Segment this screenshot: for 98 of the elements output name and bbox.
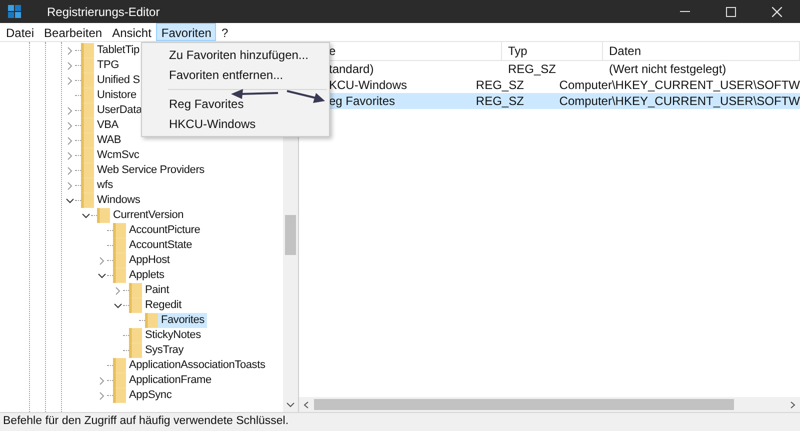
chevron-right-icon[interactable] <box>66 152 74 160</box>
menu-bar-item[interactable]: Ansicht <box>107 23 156 41</box>
table-cell: Computer\HKEY_CURRENT_USER\SOFTW <box>559 94 800 108</box>
scroll-left-icon[interactable] <box>303 401 309 409</box>
tree-item[interactable]: Web Service Providers <box>94 163 208 178</box>
tree-item[interactable]: Paint <box>142 283 172 298</box>
menu-bar-item[interactable]: Bearbeiten <box>39 23 108 41</box>
folder-icon <box>113 268 126 283</box>
scrollbar-thumb[interactable] <box>314 399 734 410</box>
tree-item[interactable]: StickyNotes <box>142 328 204 343</box>
tree-item[interactable]: Windows <box>94 193 144 208</box>
chevron-right-icon[interactable] <box>98 392 106 400</box>
folder-icon <box>81 133 94 148</box>
folder-icon <box>129 298 142 313</box>
folder-icon <box>113 223 126 238</box>
tree-item[interactable]: AppSync <box>126 388 175 403</box>
chevron-down-icon[interactable] <box>66 196 74 204</box>
menu-item[interactable]: Favoriten entfernen... <box>142 65 329 85</box>
tree-item[interactable]: AccountPicture <box>126 223 204 238</box>
folder-icon <box>81 58 94 73</box>
chevron-down-icon[interactable] <box>114 302 122 310</box>
tree-item[interactable]: Regedit <box>142 298 185 313</box>
menu-item[interactable]: HKCU-Windows <box>142 114 329 134</box>
menu-item[interactable]: Zu Favoriten hinzufügen... <box>142 45 329 65</box>
tree-item[interactable]: WcmSvc <box>94 148 142 163</box>
tree-item[interactable]: SysTray <box>142 343 187 358</box>
folder-icon <box>113 253 126 268</box>
folder-icon <box>97 208 110 223</box>
annotation-arrow <box>231 89 278 99</box>
table-cell: (Wert nicht festgelegt) <box>609 62 726 76</box>
maximize-icon <box>726 6 736 16</box>
folder-icon <box>81 118 94 133</box>
tree-item[interactable]: wfs <box>94 178 116 193</box>
tree-item[interactable]: TabletTip <box>94 43 142 58</box>
tree-item[interactable]: VBA <box>94 118 122 133</box>
tree-item[interactable]: UserData <box>94 103 145 118</box>
chevron-right-icon[interactable] <box>66 166 74 174</box>
chevron-right-icon[interactable] <box>66 76 74 84</box>
table-cell: KCU-Windows <box>329 78 408 92</box>
chevron-right-icon[interactable] <box>66 122 74 130</box>
folder-icon <box>145 313 158 328</box>
tree-item[interactable]: WAB <box>94 133 124 148</box>
scrollbar-thumb[interactable] <box>285 215 296 255</box>
minimize-icon <box>680 11 690 12</box>
chevron-right-icon[interactable] <box>66 46 74 54</box>
table-cell: REG_SZ <box>508 62 556 76</box>
folder-icon <box>81 103 94 118</box>
tree-item[interactable]: Applets <box>126 268 168 283</box>
folder-icon <box>113 388 126 403</box>
chevron-right-icon[interactable] <box>66 136 74 144</box>
chevron-right-icon[interactable] <box>98 376 106 384</box>
column-header[interactable]: Daten <box>609 42 642 60</box>
chevron-right-icon[interactable] <box>66 182 74 190</box>
scroll-right-icon[interactable] <box>790 401 796 409</box>
folder-icon <box>81 88 94 103</box>
tree-item[interactable]: Favorites <box>158 313 208 328</box>
app-icon <box>8 5 21 18</box>
folder-icon <box>129 328 142 343</box>
folder-icon <box>81 163 94 178</box>
tree-item[interactable]: Unified S <box>94 73 143 88</box>
chevron-right-icon[interactable] <box>66 106 74 114</box>
folder-icon <box>81 43 94 58</box>
table-cell: REG_SZ <box>476 94 524 108</box>
tree-item[interactable]: CurrentVersion <box>110 208 187 223</box>
chevron-right-icon[interactable] <box>98 256 106 264</box>
window-title: Registrierungs-Editor <box>47 4 160 20</box>
folder-icon <box>81 193 94 208</box>
tree-item[interactable]: ApplicationAssociationToasts <box>126 358 268 373</box>
folder-icon <box>129 283 142 298</box>
chevron-down-icon[interactable] <box>98 272 106 280</box>
tree-item[interactable]: Unistore <box>94 88 140 103</box>
chevron-right-icon[interactable] <box>66 62 74 70</box>
annotation-arrow <box>286 90 325 103</box>
folder-icon <box>81 148 94 163</box>
menu-bar-item[interactable]: Favoriten <box>156 23 216 41</box>
folder-icon <box>129 343 142 358</box>
folder-icon <box>113 358 126 373</box>
close-icon <box>772 6 782 16</box>
folder-icon <box>113 238 126 253</box>
scroll-down-icon[interactable] <box>286 402 295 408</box>
table-cell: tandard) <box>329 62 374 76</box>
folder-icon <box>81 178 94 193</box>
tree-item[interactable]: TPG <box>94 58 122 73</box>
horizontal-scrollbar[interactable] <box>299 397 800 412</box>
tree-item[interactable]: ApplicationFrame <box>126 373 214 388</box>
folder-icon <box>113 373 126 388</box>
tree-item[interactable]: AccountState <box>126 238 196 253</box>
table-cell: eg Favorites <box>329 94 396 108</box>
chevron-right-icon[interactable] <box>114 286 122 294</box>
column-header[interactable]: Typ <box>508 42 528 60</box>
folder-icon <box>81 73 94 88</box>
menu-bar-item[interactable]: ? <box>216 23 234 41</box>
table-cell: REG_SZ <box>476 78 524 92</box>
chevron-down-icon[interactable] <box>82 212 90 220</box>
status-text: Befehle für den Zugriff auf häufig verwendete Schlüssel. <box>3 414 289 430</box>
table-cell: Computer\HKEY_CURRENT_USER\SOFTW <box>559 78 800 92</box>
menu-bar-item[interactable]: Datei <box>1 23 40 41</box>
tree-item[interactable]: AppHost <box>126 253 173 268</box>
